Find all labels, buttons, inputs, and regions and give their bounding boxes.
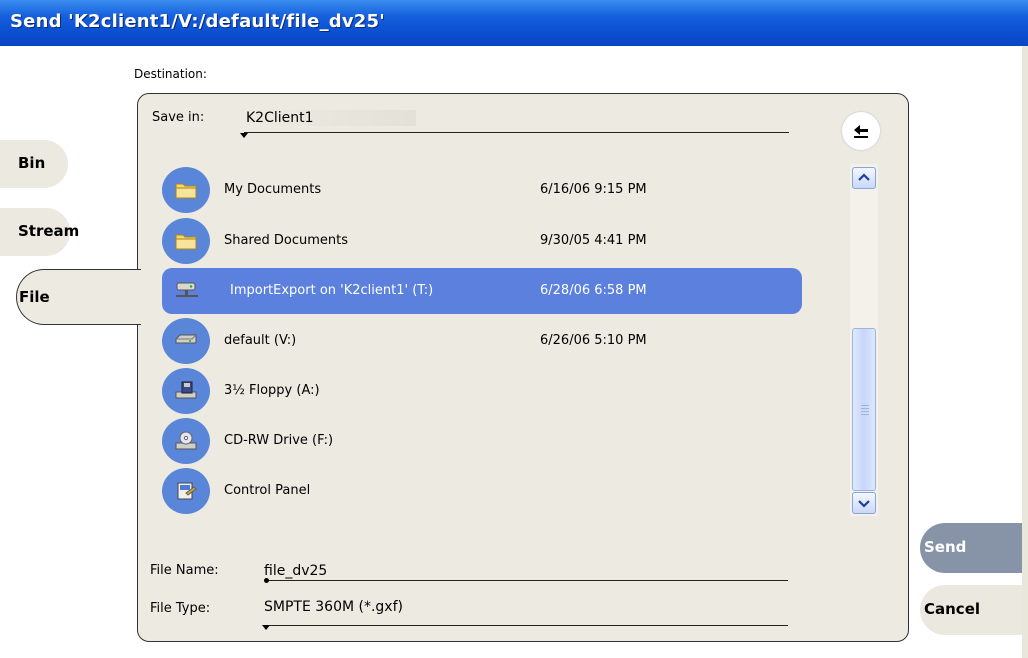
- list-item-default-drive[interactable]: default (V:) 6/26/06 5:10 PM: [162, 318, 802, 364]
- chevron-down-icon: [858, 500, 870, 508]
- send-button[interactable]: Send: [920, 523, 1022, 573]
- network-drive-icon: [162, 268, 210, 314]
- file-date: 6/28/06 6:58 PM: [540, 283, 647, 298]
- file-name: 3½ Floppy (A:): [224, 383, 320, 398]
- tab-bin-label: Bin: [18, 154, 46, 172]
- file-type-combo[interactable]: SMPTE 360M (*.gxf): [264, 599, 403, 615]
- file-name: CD-RW Drive (F:): [224, 433, 334, 448]
- destination-label: Destination:: [134, 67, 207, 81]
- file-name-underline: [266, 580, 788, 581]
- cancel-button[interactable]: Cancel: [920, 585, 1022, 635]
- save-in-dropdown-arrow-icon[interactable]: [240, 133, 248, 138]
- up-arrow-icon: [854, 125, 868, 138]
- send-button-label: Send: [924, 538, 967, 556]
- window-title: Send 'K2client1/V:/default/file_dv25': [10, 11, 385, 32]
- hard-drive-icon: [162, 318, 210, 364]
- scroll-up-button[interactable]: [852, 167, 876, 189]
- control-panel-icon: [162, 468, 210, 514]
- folder-icon: [162, 167, 210, 213]
- list-item-cd-drive[interactable]: CD-RW Drive (F:): [162, 418, 802, 464]
- scroll-thumb[interactable]: [852, 328, 876, 491]
- file-date: 6/26/06 5:10 PM: [540, 333, 647, 348]
- file-name: ImportExport on 'K2client1' (T:): [230, 283, 434, 298]
- title-bar: Send 'K2client1/V:/default/file_dv25': [0, 0, 1028, 46]
- list-item-shared-documents[interactable]: Shared Documents 9/30/05 4:41 PM: [162, 218, 802, 264]
- save-in-underline: [244, 132, 789, 133]
- tab-bin[interactable]: Bin: [0, 140, 68, 188]
- scroll-down-button[interactable]: [852, 492, 876, 514]
- save-in-combo[interactable]: K2Client1: [246, 110, 416, 126]
- file-date: 6/16/06 9:15 PM: [540, 182, 647, 197]
- chevron-up-icon: [858, 173, 870, 181]
- file-name: My Documents: [224, 182, 322, 197]
- floppy-drive-icon: [162, 368, 210, 414]
- file-type-underline: [266, 625, 788, 626]
- file-name: Control Panel: [224, 483, 311, 498]
- list-item-floppy[interactable]: 3½ Floppy (A:): [162, 368, 802, 414]
- folder-icon: [162, 218, 210, 264]
- tab-file-label: File: [19, 288, 50, 306]
- tab-file[interactable]: File: [16, 269, 141, 325]
- tab-stream[interactable]: Stream: [0, 208, 79, 256]
- file-name: Shared Documents: [224, 233, 349, 248]
- file-name-label: File Name:: [150, 563, 219, 578]
- file-name-caret: [264, 578, 269, 583]
- file-name: default (V:): [224, 333, 297, 348]
- up-one-level-button[interactable]: [842, 112, 880, 150]
- tab-file-joint: [134, 270, 142, 324]
- save-in-label: Save in:: [152, 110, 205, 125]
- tab-stream-label: Stream: [18, 222, 80, 240]
- list-item-importexport[interactable]: ImportExport on 'K2client1' (T:) 6/28/06…: [162, 268, 802, 314]
- file-type-label: File Type:: [150, 601, 211, 616]
- list-item-control-panel[interactable]: Control Panel: [162, 468, 802, 514]
- cancel-button-label: Cancel: [924, 600, 981, 618]
- file-type-dropdown-arrow-icon[interactable]: [262, 625, 270, 630]
- cd-drive-icon: [162, 418, 210, 464]
- list-item-my-documents[interactable]: My Documents 6/16/06 9:15 PM: [162, 167, 802, 213]
- file-name-input[interactable]: file_dv25: [264, 563, 327, 579]
- file-date: 9/30/05 4:41 PM: [540, 233, 647, 248]
